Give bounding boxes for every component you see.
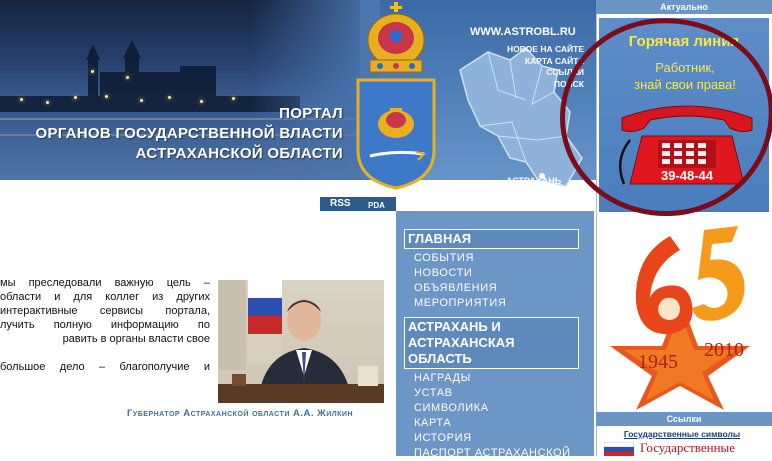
site-map-link[interactable]: КАРТА САЙТА (470, 56, 584, 68)
nav-item-charter[interactable]: УСТАВ (414, 386, 453, 401)
pda-link[interactable]: PDA (368, 201, 385, 210)
text-line: области и для коллег из других (0, 290, 210, 303)
nav-item-news[interactable]: НОВОСТИ (414, 266, 472, 281)
rss-link[interactable]: RSS (330, 198, 351, 209)
nav-item-announcements[interactable]: ОБЪЯВЛЕНИЯ (414, 281, 497, 296)
nav-item-symbols[interactable]: СИМВОЛИКА (414, 401, 489, 416)
governor-photo-caption: Губернатор Астраханской области А.А. Жил… (127, 408, 354, 419)
victory-year-end: 2010 (704, 339, 744, 361)
text-line: мы преследовали важную цель – (0, 277, 210, 289)
portal-title-line: АСТРАХАНСКОЙ ОБЛАСТИ (135, 145, 343, 162)
map-city-label: АСТРАХАНЬ (506, 176, 562, 186)
new-on-site-link[interactable]: НОВОЕ НА САЙТЕ (470, 44, 584, 56)
governor-address-text: мы преследовали важную цель – области и … (0, 277, 210, 374)
site-header: ПОРТАЛ ОРГАНОВ ГОСУДАРСТВЕННОЙ ВЛАСТИ АС… (0, 0, 596, 197)
state-symbols-banner[interactable]: Государственные (640, 440, 735, 456)
coat-of-arms-logo[interactable] (350, 0, 442, 190)
nav-item-passport[interactable]: ПАСПОРТ АСТРАХАНСКОЙ (414, 446, 571, 461)
nav-item-events[interactable]: СОБЫТИЯ (414, 251, 474, 266)
portal-title[interactable]: ПОРТАЛ ОРГАНОВ ГОСУДАРСТВЕННОЙ ВЛАСТИ АС… (0, 104, 343, 164)
flag-icon (604, 442, 634, 456)
nav-item-awards[interactable]: НАГРАДЫ (414, 371, 471, 386)
links-header: Ссылки (596, 412, 772, 426)
nav-item-activities[interactable]: МЕРОПРИЯТИЯ (414, 296, 506, 311)
site-url[interactable]: WWW.ASTROBL.RU (470, 26, 582, 38)
nav-section-main[interactable]: ГЛАВНАЯ (404, 229, 579, 249)
nav-item-history[interactable]: ИСТОРИЯ (414, 431, 472, 446)
nav-section-region[interactable]: АСТРАХАНЬ И АСТРАХАНСКАЯ ОБЛАСТЬ (404, 317, 579, 369)
victory-65-years-banner[interactable]: 1945 2010 (600, 220, 770, 410)
links-link[interactable]: ССЫЛКИ (470, 67, 584, 79)
text-line: большое дело – благополучие и (0, 360, 210, 373)
portal-title-line: ПОРТАЛ (279, 105, 343, 122)
text-line: интерактивные сервисы портала, (0, 304, 210, 317)
text-line: лучить полную информацию по (0, 318, 210, 331)
governor-photo[interactable] (218, 280, 384, 403)
victory-year-start: 1945 (638, 351, 678, 373)
topical-header: Актуально (596, 0, 772, 14)
state-symbols-link[interactable]: Государственные символы (596, 429, 768, 439)
text-line: равить в органы власти свое (62, 332, 210, 345)
portal-title-line: ОРГАНОВ ГОСУДАРСТВЕННОЙ ВЛАСТИ (35, 125, 343, 142)
nav-item-map[interactable]: КАРТА (414, 416, 451, 431)
main-navigation: ГЛАВНАЯ СОБЫТИЯ НОВОСТИ ОБЪЯВЛЕНИЯ МЕРОП… (396, 211, 594, 459)
